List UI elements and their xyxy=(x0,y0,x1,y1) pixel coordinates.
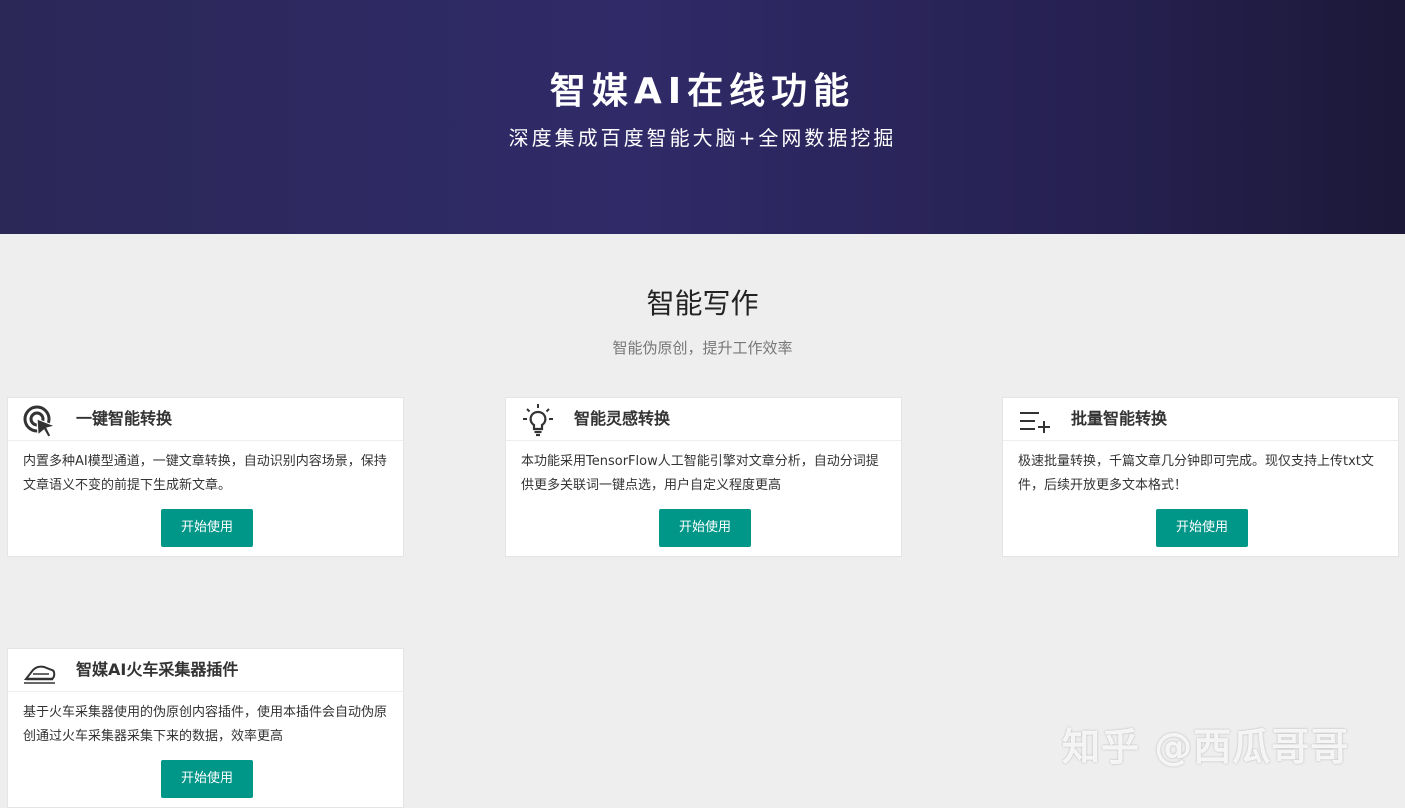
start-button[interactable]: 开始使用 xyxy=(1156,509,1248,547)
watermark: 知乎 @西瓜哥哥 xyxy=(1062,725,1350,769)
feature-card-train-plugin: 智媒AI火车采集器插件 基于火车采集器使用的伪原创内容插件，使用本插件会自动伪原… xyxy=(7,648,404,808)
card-description: 极速批量转换，千篇文章几分钟即可完成。现仅支持上传txt文件，后续开放更多文本格… xyxy=(1018,454,1374,493)
card-description: 基于火车采集器使用的伪原创内容插件，使用本插件会自动伪原创通过火车采集器采集下来… xyxy=(23,705,388,744)
card-title: 一键智能转换 xyxy=(76,409,173,428)
card-header: 批量智能转换 xyxy=(1003,398,1398,441)
feature-card-inspiration: 智能灵感转换 本功能采用TensorFlow人工智能引擎对文章分析，自动分词提供… xyxy=(505,397,902,557)
start-button[interactable]: 开始使用 xyxy=(161,509,253,547)
card-header: 一键智能转换 xyxy=(8,398,403,441)
train-icon xyxy=(22,653,58,689)
lightbulb-icon xyxy=(520,402,556,438)
section-title: 智能写作 xyxy=(646,287,759,320)
card-title: 智能灵感转换 xyxy=(574,409,671,428)
feature-card-one-click: 一键智能转换 内置多种AI模型通道，一键文章转换，自动识别内容场景，保持文章语义… xyxy=(7,397,404,557)
start-button[interactable]: 开始使用 xyxy=(161,760,253,798)
card-header: 智媒AI火车采集器插件 xyxy=(8,649,403,692)
card-description: 本功能采用TensorFlow人工智能引擎对文章分析，自动分词提供更多关联词一键… xyxy=(521,454,879,493)
card-title: 批量智能转换 xyxy=(1071,409,1168,428)
start-button[interactable]: 开始使用 xyxy=(659,509,751,547)
section-subtitle: 智能伪原创，提升工作效率 xyxy=(612,339,793,357)
hero-subtitle: 深度集成百度智能大脑+全网数据挖掘 xyxy=(508,126,897,150)
list-add-icon xyxy=(1017,402,1053,438)
feature-card-batch: 批量智能转换 极速批量转换，千篇文章几分钟即可完成。现仅支持上传txt文件，后续… xyxy=(1002,397,1399,557)
cursor-target-icon xyxy=(22,402,58,438)
hero-title: 智媒AI在线功能 xyxy=(549,71,856,112)
hero-banner: 智媒AI在线功能 深度集成百度智能大脑+全网数据挖掘 xyxy=(0,0,1405,234)
card-description: 内置多种AI模型通道，一键文章转换，自动识别内容场景，保持文章语义不变的前提下生… xyxy=(23,454,387,493)
card-title: 智媒AI火车采集器插件 xyxy=(76,660,239,679)
card-header: 智能灵感转换 xyxy=(506,398,901,441)
